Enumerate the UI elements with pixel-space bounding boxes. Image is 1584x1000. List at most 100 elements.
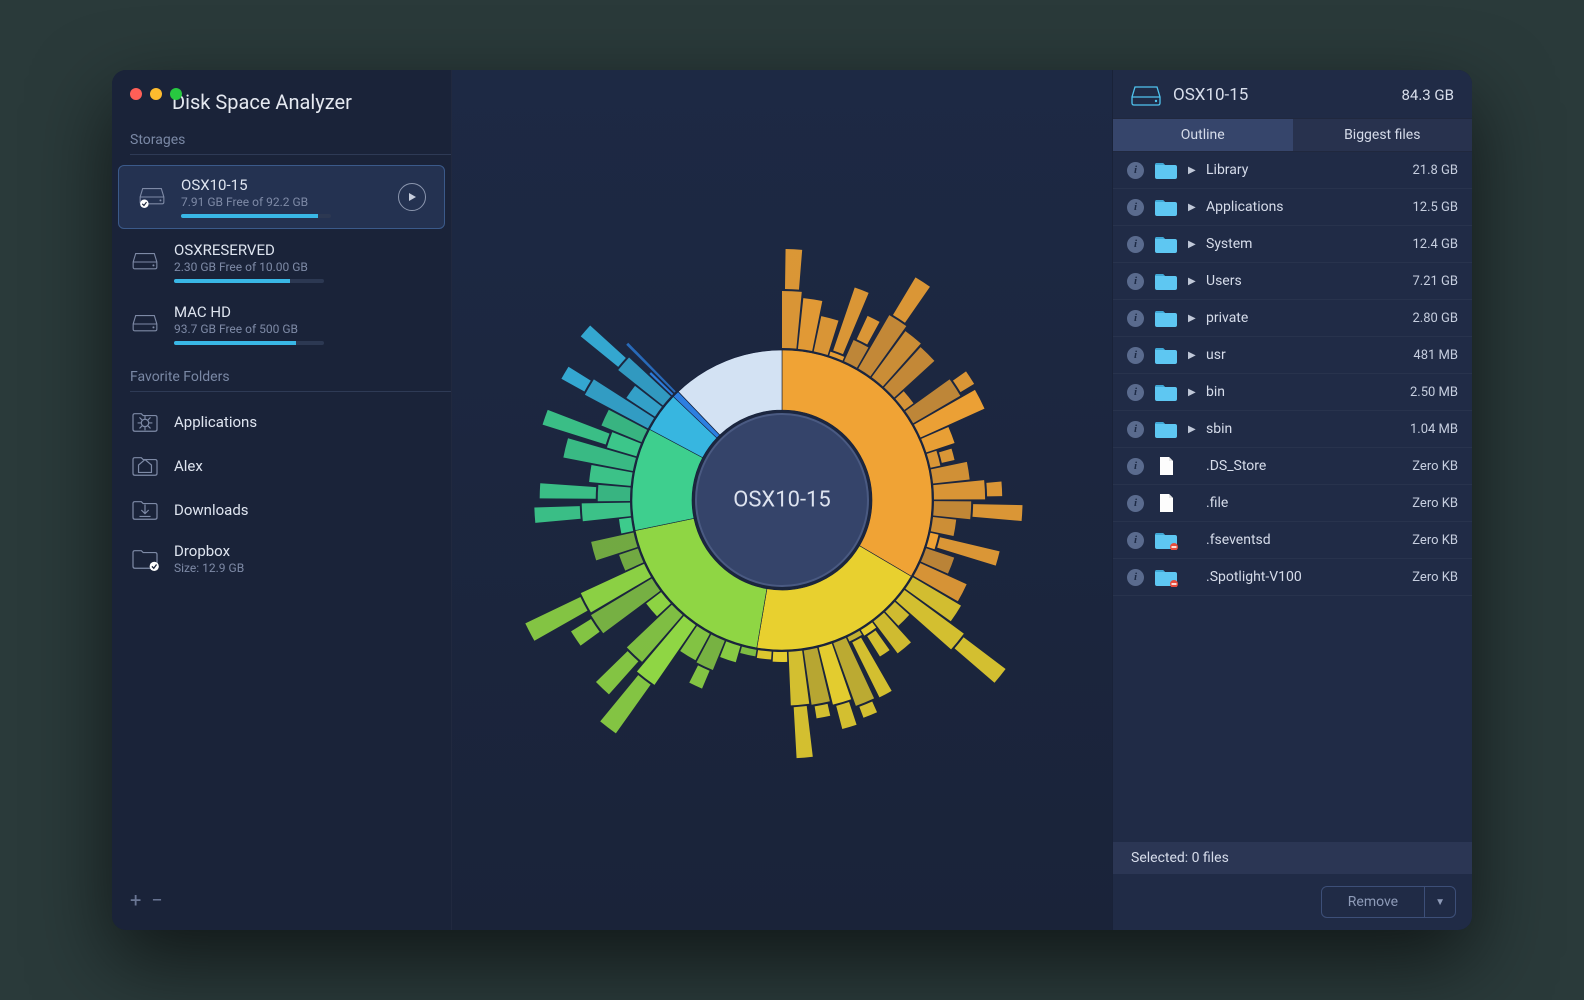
info-icon[interactable]: i (1127, 569, 1144, 586)
minimize-window-button[interactable] (150, 88, 162, 100)
disclosure-icon[interactable]: ▶ (1188, 387, 1196, 398)
outline-row[interactable]: i▶private2.80 GB (1113, 300, 1472, 337)
disclosure-icon[interactable]: ▶ (1188, 276, 1196, 287)
chart-subslice[interactable] (955, 637, 1006, 682)
info-icon[interactable]: i (1127, 347, 1144, 364)
chart-subslice[interactable] (782, 291, 802, 349)
chart-subslice[interactable] (972, 504, 1022, 521)
zoom-window-button[interactable] (170, 88, 182, 100)
section-storages-label: Storages (112, 132, 451, 154)
outline-row[interactable]: i▶usr481 MB (1113, 337, 1472, 374)
storage-item[interactable]: MAC HD 93.7 GB Free of 500 GB (112, 293, 451, 355)
chart-subslice[interactable] (534, 506, 580, 523)
selected-drive-name: OSX10-15 (1173, 85, 1389, 105)
drive-icon (130, 313, 160, 335)
disclosure-icon[interactable]: ▶ (1188, 165, 1196, 176)
chart-subslice[interactable] (933, 480, 985, 499)
chart-subslice[interactable] (931, 517, 956, 536)
remove-item-button[interactable]: − (151, 888, 162, 912)
chart-subslice[interactable] (581, 325, 626, 366)
chart-subslice[interactable] (794, 706, 813, 758)
chart-subslice[interactable] (927, 533, 939, 549)
folder-icon (1154, 160, 1178, 180)
chart-subslice[interactable] (619, 518, 633, 534)
storage-item[interactable]: OSX10-15 7.91 GB Free of 92.2 GB (118, 165, 445, 229)
chart-subslice[interactable] (540, 483, 596, 498)
disclosure-icon[interactable]: ▶ (1188, 313, 1196, 324)
info-icon[interactable]: i (1127, 162, 1144, 179)
outline-row[interactable]: i▶sbin1.04 MB (1113, 411, 1472, 448)
chart-subslice[interactable] (582, 503, 631, 522)
favorite-sub: Size: 12.9 GB (174, 561, 433, 575)
info-icon[interactable]: i (1127, 421, 1144, 438)
right-footer: Remove ▼ (1113, 874, 1472, 930)
row-name: Applications (1206, 199, 1402, 215)
chart-subslice[interactable] (833, 288, 868, 355)
info-icon[interactable]: i (1127, 532, 1144, 549)
folder-icon (1154, 382, 1178, 402)
chart-subslice[interactable] (571, 619, 600, 646)
outline-row[interactable]: i.Spotlight-V100Zero KB (1113, 559, 1472, 596)
info-icon[interactable]: i (1127, 458, 1144, 475)
chart-subslice[interactable] (740, 647, 756, 657)
chart-subslice[interactable] (859, 701, 877, 717)
chart-subslice[interactable] (986, 482, 1002, 497)
remove-dropdown-button[interactable]: ▼ (1425, 890, 1455, 915)
outline-list[interactable]: i▶Library21.8 GBi▶Applications12.5 GBi▶S… (1113, 152, 1472, 842)
chart-subslice[interactable] (689, 665, 709, 688)
info-icon[interactable]: i (1127, 273, 1144, 290)
info-icon[interactable]: i (1127, 199, 1144, 216)
scan-button[interactable] (398, 183, 426, 211)
favorite-item[interactable]: Downloads (112, 488, 451, 532)
tab-outline[interactable]: Outline (1113, 119, 1293, 151)
disclosure-icon[interactable]: ▶ (1188, 350, 1196, 361)
chart-subslice[interactable] (939, 449, 955, 463)
disclosure-icon[interactable]: ▶ (1188, 202, 1196, 213)
section-favorites-label: Favorite Folders (112, 369, 451, 391)
outline-row[interactable]: i▶bin2.50 MB (1113, 374, 1472, 411)
favorite-item[interactable]: Alex (112, 444, 451, 488)
info-icon[interactable]: i (1127, 310, 1144, 327)
chart-subslice[interactable] (893, 277, 930, 322)
close-window-button[interactable] (130, 88, 142, 100)
chart-subslice[interactable] (815, 704, 831, 719)
sunburst-chart[interactable]: OSX10-15 (502, 220, 1062, 780)
sidebar-footer: + − (112, 880, 451, 920)
right-panel: OSX10-15 84.3 GB Outline Biggest files i… (1112, 70, 1472, 930)
outline-row[interactable]: i▶Applications12.5 GB (1113, 189, 1472, 226)
row-name: .file (1206, 495, 1402, 511)
favorite-item[interactable]: Applications (112, 400, 451, 444)
tab-biggest-files[interactable]: Biggest files (1293, 119, 1473, 151)
sidebar: Disk Space Analyzer Storages OSX10-15 7.… (112, 70, 452, 930)
chart-subslice[interactable] (598, 485, 631, 501)
chart-subslice[interactable] (561, 367, 590, 392)
storage-sub: 2.30 GB Free of 10.00 GB (174, 260, 433, 274)
chart-subslice[interactable] (836, 702, 856, 729)
chart-subslice[interactable] (773, 652, 788, 662)
info-icon[interactable]: i (1127, 495, 1144, 512)
outline-row[interactable]: i▶Users7.21 GB (1113, 263, 1472, 300)
outline-row[interactable]: i▶System12.4 GB (1113, 226, 1472, 263)
remove-button[interactable]: Remove (1322, 887, 1425, 917)
chart-subslice[interactable] (927, 451, 941, 468)
storage-sub: 93.7 GB Free of 500 GB (174, 322, 433, 336)
outline-row[interactable]: i.fseventsdZero KB (1113, 522, 1472, 559)
outline-row[interactable]: i .fileZero KB (1113, 485, 1472, 522)
chart-subslice[interactable] (785, 249, 802, 290)
chart-subslice[interactable] (543, 410, 610, 445)
outline-row[interactable]: i .DS_StoreZero KB (1113, 448, 1472, 485)
disclosure-icon[interactable]: ▶ (1188, 424, 1196, 435)
favorite-item[interactable]: Dropbox Size: 12.9 GB (112, 532, 451, 585)
info-icon[interactable]: i (1127, 236, 1144, 253)
chart-subslice[interactable] (933, 501, 971, 519)
row-name: sbin (1206, 421, 1400, 437)
window-controls (130, 88, 182, 100)
chart-subslice[interactable] (757, 650, 772, 659)
disclosure-icon[interactable]: ▶ (1188, 239, 1196, 250)
row-name: .fseventsd (1206, 532, 1402, 548)
outline-row[interactable]: i▶Library21.8 GB (1113, 152, 1472, 189)
info-icon[interactable]: i (1127, 384, 1144, 401)
favorite-name: Alex (174, 457, 433, 475)
add-button[interactable]: + (130, 888, 141, 912)
storage-item[interactable]: OSXRESERVED 2.30 GB Free of 10.00 GB (112, 231, 451, 293)
